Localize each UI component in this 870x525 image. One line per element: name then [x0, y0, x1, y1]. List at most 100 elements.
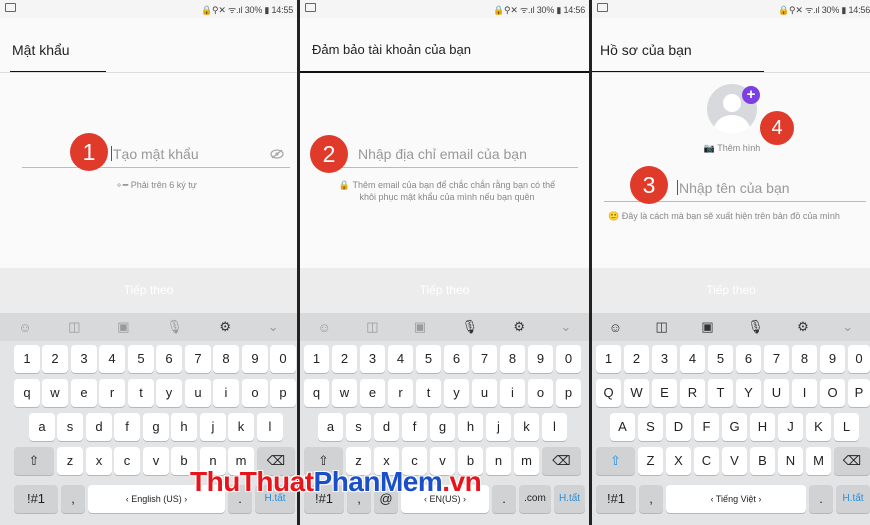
key-r[interactable]: R — [680, 379, 705, 407]
key-i[interactable]: i — [213, 379, 239, 407]
key-0[interactable]: 0 — [270, 345, 296, 373]
key-a[interactable]: a — [318, 413, 343, 441]
key-l[interactable]: l — [257, 413, 283, 441]
key-q[interactable]: q — [14, 379, 40, 407]
key-d[interactable]: D — [666, 413, 691, 441]
key-m[interactable]: m — [514, 447, 539, 475]
key-p[interactable]: p — [270, 379, 296, 407]
sticker-icon[interactable]: ◫ — [68, 319, 80, 335]
emoji-icon[interactable]: ☺ — [609, 320, 622, 335]
key-8[interactable]: 8 — [792, 345, 817, 373]
key-o[interactable]: o — [528, 379, 553, 407]
key-9[interactable]: 9 — [242, 345, 268, 373]
key-3[interactable]: 3 — [71, 345, 97, 373]
add-photo-plus-icon[interactable]: + — [742, 86, 760, 104]
key-g[interactable]: g — [143, 413, 169, 441]
key-7[interactable]: 7 — [472, 345, 497, 373]
key-2[interactable]: 2 — [332, 345, 357, 373]
gif-icon[interactable]: ▣ — [701, 319, 713, 335]
key-4[interactable]: 4 — [680, 345, 705, 373]
key-y[interactable]: y — [444, 379, 469, 407]
chevron-down-icon[interactable]: ⌄ — [560, 319, 571, 335]
key-t[interactable]: t — [416, 379, 441, 407]
microphone-icon[interactable]: 🎙 — [747, 319, 764, 335]
key-l[interactable]: L — [834, 413, 859, 441]
key-3[interactable]: 3 — [360, 345, 385, 373]
key-v[interactable]: v — [143, 447, 169, 475]
email-field[interactable]: Nhập địa chỉ email của bạn — [342, 138, 578, 168]
key-x[interactable]: x — [86, 447, 112, 475]
key-r[interactable]: r — [388, 379, 413, 407]
key-z[interactable]: Z — [638, 447, 663, 475]
key-c[interactable]: C — [694, 447, 719, 475]
sticker-icon[interactable]: ◫ — [366, 319, 378, 335]
key-k[interactable]: k — [514, 413, 539, 441]
key-d[interactable]: d — [86, 413, 112, 441]
key-g[interactable]: G — [722, 413, 747, 441]
key-1[interactable]: 1 — [14, 345, 40, 373]
key-y[interactable]: y — [156, 379, 182, 407]
backspace-key[interactable]: ⌫ — [542, 447, 581, 475]
key-g[interactable]: g — [430, 413, 455, 441]
add-photo-link[interactable]: 📷 Thêm hình — [692, 142, 772, 154]
gif-icon[interactable]: ▣ — [414, 319, 426, 335]
done-key[interactable]: H.tất — [836, 485, 870, 513]
key-i[interactable]: i — [500, 379, 525, 407]
key-a[interactable]: A — [610, 413, 635, 441]
key-5[interactable]: 5 — [128, 345, 154, 373]
key-2[interactable]: 2 — [42, 345, 68, 373]
key-w[interactable]: w — [332, 379, 357, 407]
key-f[interactable]: f — [114, 413, 140, 441]
period-key[interactable]: . — [809, 485, 833, 513]
key-8[interactable]: 8 — [213, 345, 239, 373]
key-n[interactable]: n — [486, 447, 511, 475]
period-key[interactable]: . — [492, 485, 516, 513]
chevron-down-icon[interactable]: ⌄ — [268, 319, 279, 335]
key-q[interactable]: Q — [596, 379, 621, 407]
key-7[interactable]: 7 — [185, 345, 211, 373]
key-0[interactable]: 0 — [556, 345, 581, 373]
shift-key[interactable]: ⇧ — [14, 447, 54, 475]
sticker-icon[interactable]: ◫ — [656, 319, 668, 335]
key-5[interactable]: 5 — [708, 345, 733, 373]
key-a[interactable]: a — [29, 413, 55, 441]
key-s[interactable]: s — [346, 413, 371, 441]
key-n[interactable]: N — [778, 447, 803, 475]
key-j[interactable]: j — [200, 413, 226, 441]
key-i[interactable]: I — [792, 379, 817, 407]
key-7[interactable]: 7 — [764, 345, 789, 373]
symbols-key[interactable]: !#1 — [14, 485, 58, 513]
key-w[interactable]: w — [42, 379, 68, 407]
key-s[interactable]: s — [57, 413, 83, 441]
gif-icon[interactable]: ▣ — [117, 319, 129, 335]
key-j[interactable]: j — [486, 413, 511, 441]
key-s[interactable]: S — [638, 413, 663, 441]
key-3[interactable]: 3 — [652, 345, 677, 373]
settings-gear-icon[interactable]: ⚙ — [513, 319, 525, 335]
next-button[interactable]: Tiếp theo — [300, 268, 589, 313]
key-q[interactable]: q — [304, 379, 329, 407]
emoji-icon[interactable]: ☺ — [18, 320, 31, 335]
key-5[interactable]: 5 — [416, 345, 441, 373]
settings-gear-icon[interactable]: ⚙ — [797, 319, 809, 335]
key-f[interactable]: f — [402, 413, 427, 441]
next-button[interactable]: Tiếp theo — [0, 268, 297, 313]
key-m[interactable]: M — [806, 447, 831, 475]
key-b[interactable]: B — [750, 447, 775, 475]
shift-key[interactable]: ⇧ — [596, 447, 635, 475]
key-4[interactable]: 4 — [99, 345, 125, 373]
key-8[interactable]: 8 — [500, 345, 525, 373]
key-e[interactable]: e — [71, 379, 97, 407]
key-6[interactable]: 6 — [736, 345, 761, 373]
key-0[interactable]: 0 — [848, 345, 870, 373]
key-6[interactable]: 6 — [156, 345, 182, 373]
key-e[interactable]: e — [360, 379, 385, 407]
key-z[interactable]: z — [57, 447, 83, 475]
key-2[interactable]: 2 — [624, 345, 649, 373]
key-p[interactable]: P — [848, 379, 870, 407]
chevron-down-icon[interactable]: ⌄ — [842, 319, 853, 335]
key-t[interactable]: t — [128, 379, 154, 407]
key-o[interactable]: O — [820, 379, 845, 407]
key-d[interactable]: d — [374, 413, 399, 441]
key-t[interactable]: T — [708, 379, 733, 407]
